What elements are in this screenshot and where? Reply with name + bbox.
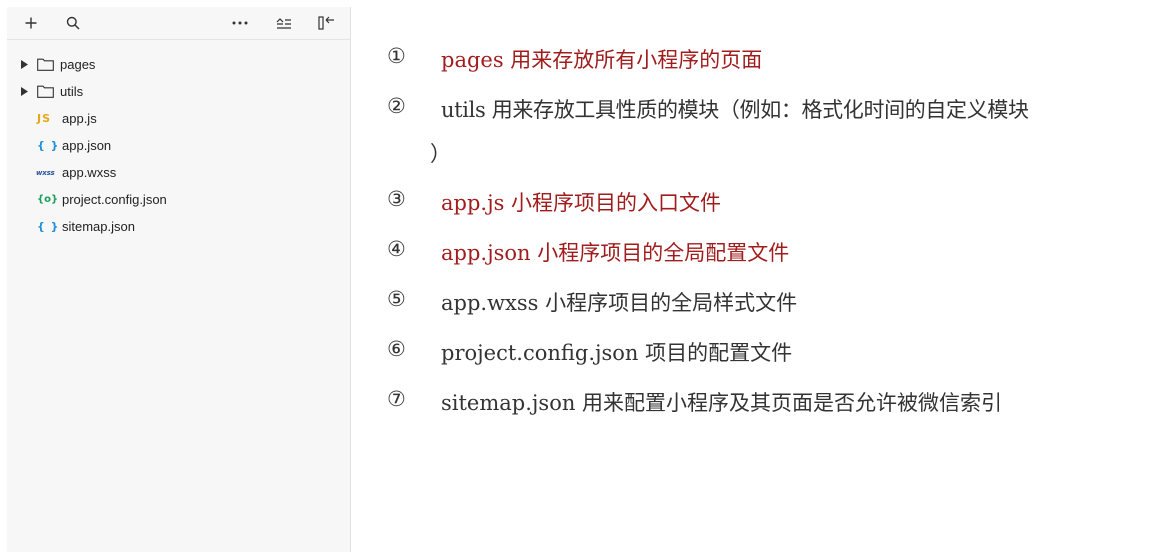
caret-right-icon[interactable] bbox=[21, 59, 31, 71]
note-text: app.json 小程序项目的全局配置文件 bbox=[441, 241, 790, 265]
tree-file-label: sitemap.json bbox=[62, 219, 135, 234]
tree-folder-utils[interactable]: utils bbox=[7, 78, 350, 105]
explorer-toolbar bbox=[7, 7, 350, 40]
tree-file-label: app.js bbox=[62, 111, 97, 126]
json-file-icon: { } bbox=[37, 220, 60, 233]
wxss-file-icon: wxss bbox=[36, 168, 55, 177]
note-text: app.js 小程序项目的入口文件 bbox=[441, 191, 722, 215]
note-text: sitemap.json 用来配置小程序及其页面是否允许被微信索引 bbox=[441, 391, 1003, 415]
tree-folder-label: utils bbox=[60, 84, 84, 99]
note-text: utils 用来存放工具性质的模块（例如：格式化时间的自定义模块 bbox=[441, 98, 1029, 122]
caret-right-icon[interactable] bbox=[21, 86, 31, 98]
note-number: ⑥ bbox=[387, 337, 406, 361]
js-file-icon: JS bbox=[37, 112, 52, 125]
notes-content: ① pages 用来存放所有小程序的页面 ② utils 用来存放工具性质的模块… bbox=[352, 0, 1165, 552]
tree-file-app-js[interactable]: JS app.js bbox=[7, 105, 350, 132]
search-icon[interactable] bbox=[63, 7, 83, 39]
note-text: project.config.json 项目的配置文件 bbox=[441, 341, 793, 365]
note-number: ⑤ bbox=[387, 287, 406, 311]
folder-icon bbox=[37, 58, 55, 72]
tree-folder-label: pages bbox=[60, 57, 96, 72]
plus-icon[interactable] bbox=[21, 7, 41, 39]
tree-file-label: app.json bbox=[62, 138, 112, 153]
folder-icon bbox=[37, 85, 55, 99]
file-tree: pages utils JS app.js { } app.json wxss … bbox=[7, 51, 350, 240]
tree-file-app-json[interactable]: { } app.json bbox=[7, 132, 350, 159]
note-text-continued: ） bbox=[430, 142, 451, 166]
tree-file-sitemap-json[interactable]: { } sitemap.json bbox=[7, 213, 350, 240]
tree-file-label: app.wxss bbox=[62, 165, 117, 180]
tree-file-project-config-json[interactable]: {o} project.config.json bbox=[7, 186, 350, 213]
tree-file-label: project.config.json bbox=[62, 192, 167, 207]
file-explorer-panel: pages utils JS app.js { } app.json wxss … bbox=[7, 7, 351, 552]
note-text: pages 用来存放所有小程序的页面 bbox=[441, 48, 763, 72]
note-text: app.wxss 小程序项目的全局样式文件 bbox=[441, 291, 798, 315]
tree-folder-pages[interactable]: pages bbox=[7, 51, 350, 78]
note-number: ② bbox=[387, 94, 406, 118]
note-number: ① bbox=[387, 44, 406, 68]
more-icon[interactable] bbox=[230, 7, 250, 39]
tree-file-app-wxss[interactable]: wxss app.wxss bbox=[7, 159, 350, 186]
note-number: ⑦ bbox=[387, 387, 406, 411]
collapse-icon[interactable] bbox=[274, 7, 294, 39]
note-number: ③ bbox=[387, 187, 406, 211]
panel-toggle-icon[interactable] bbox=[316, 7, 338, 39]
note-number: ④ bbox=[387, 237, 406, 261]
json-file-icon: { } bbox=[37, 139, 60, 152]
config-file-icon: {o} bbox=[37, 194, 59, 205]
